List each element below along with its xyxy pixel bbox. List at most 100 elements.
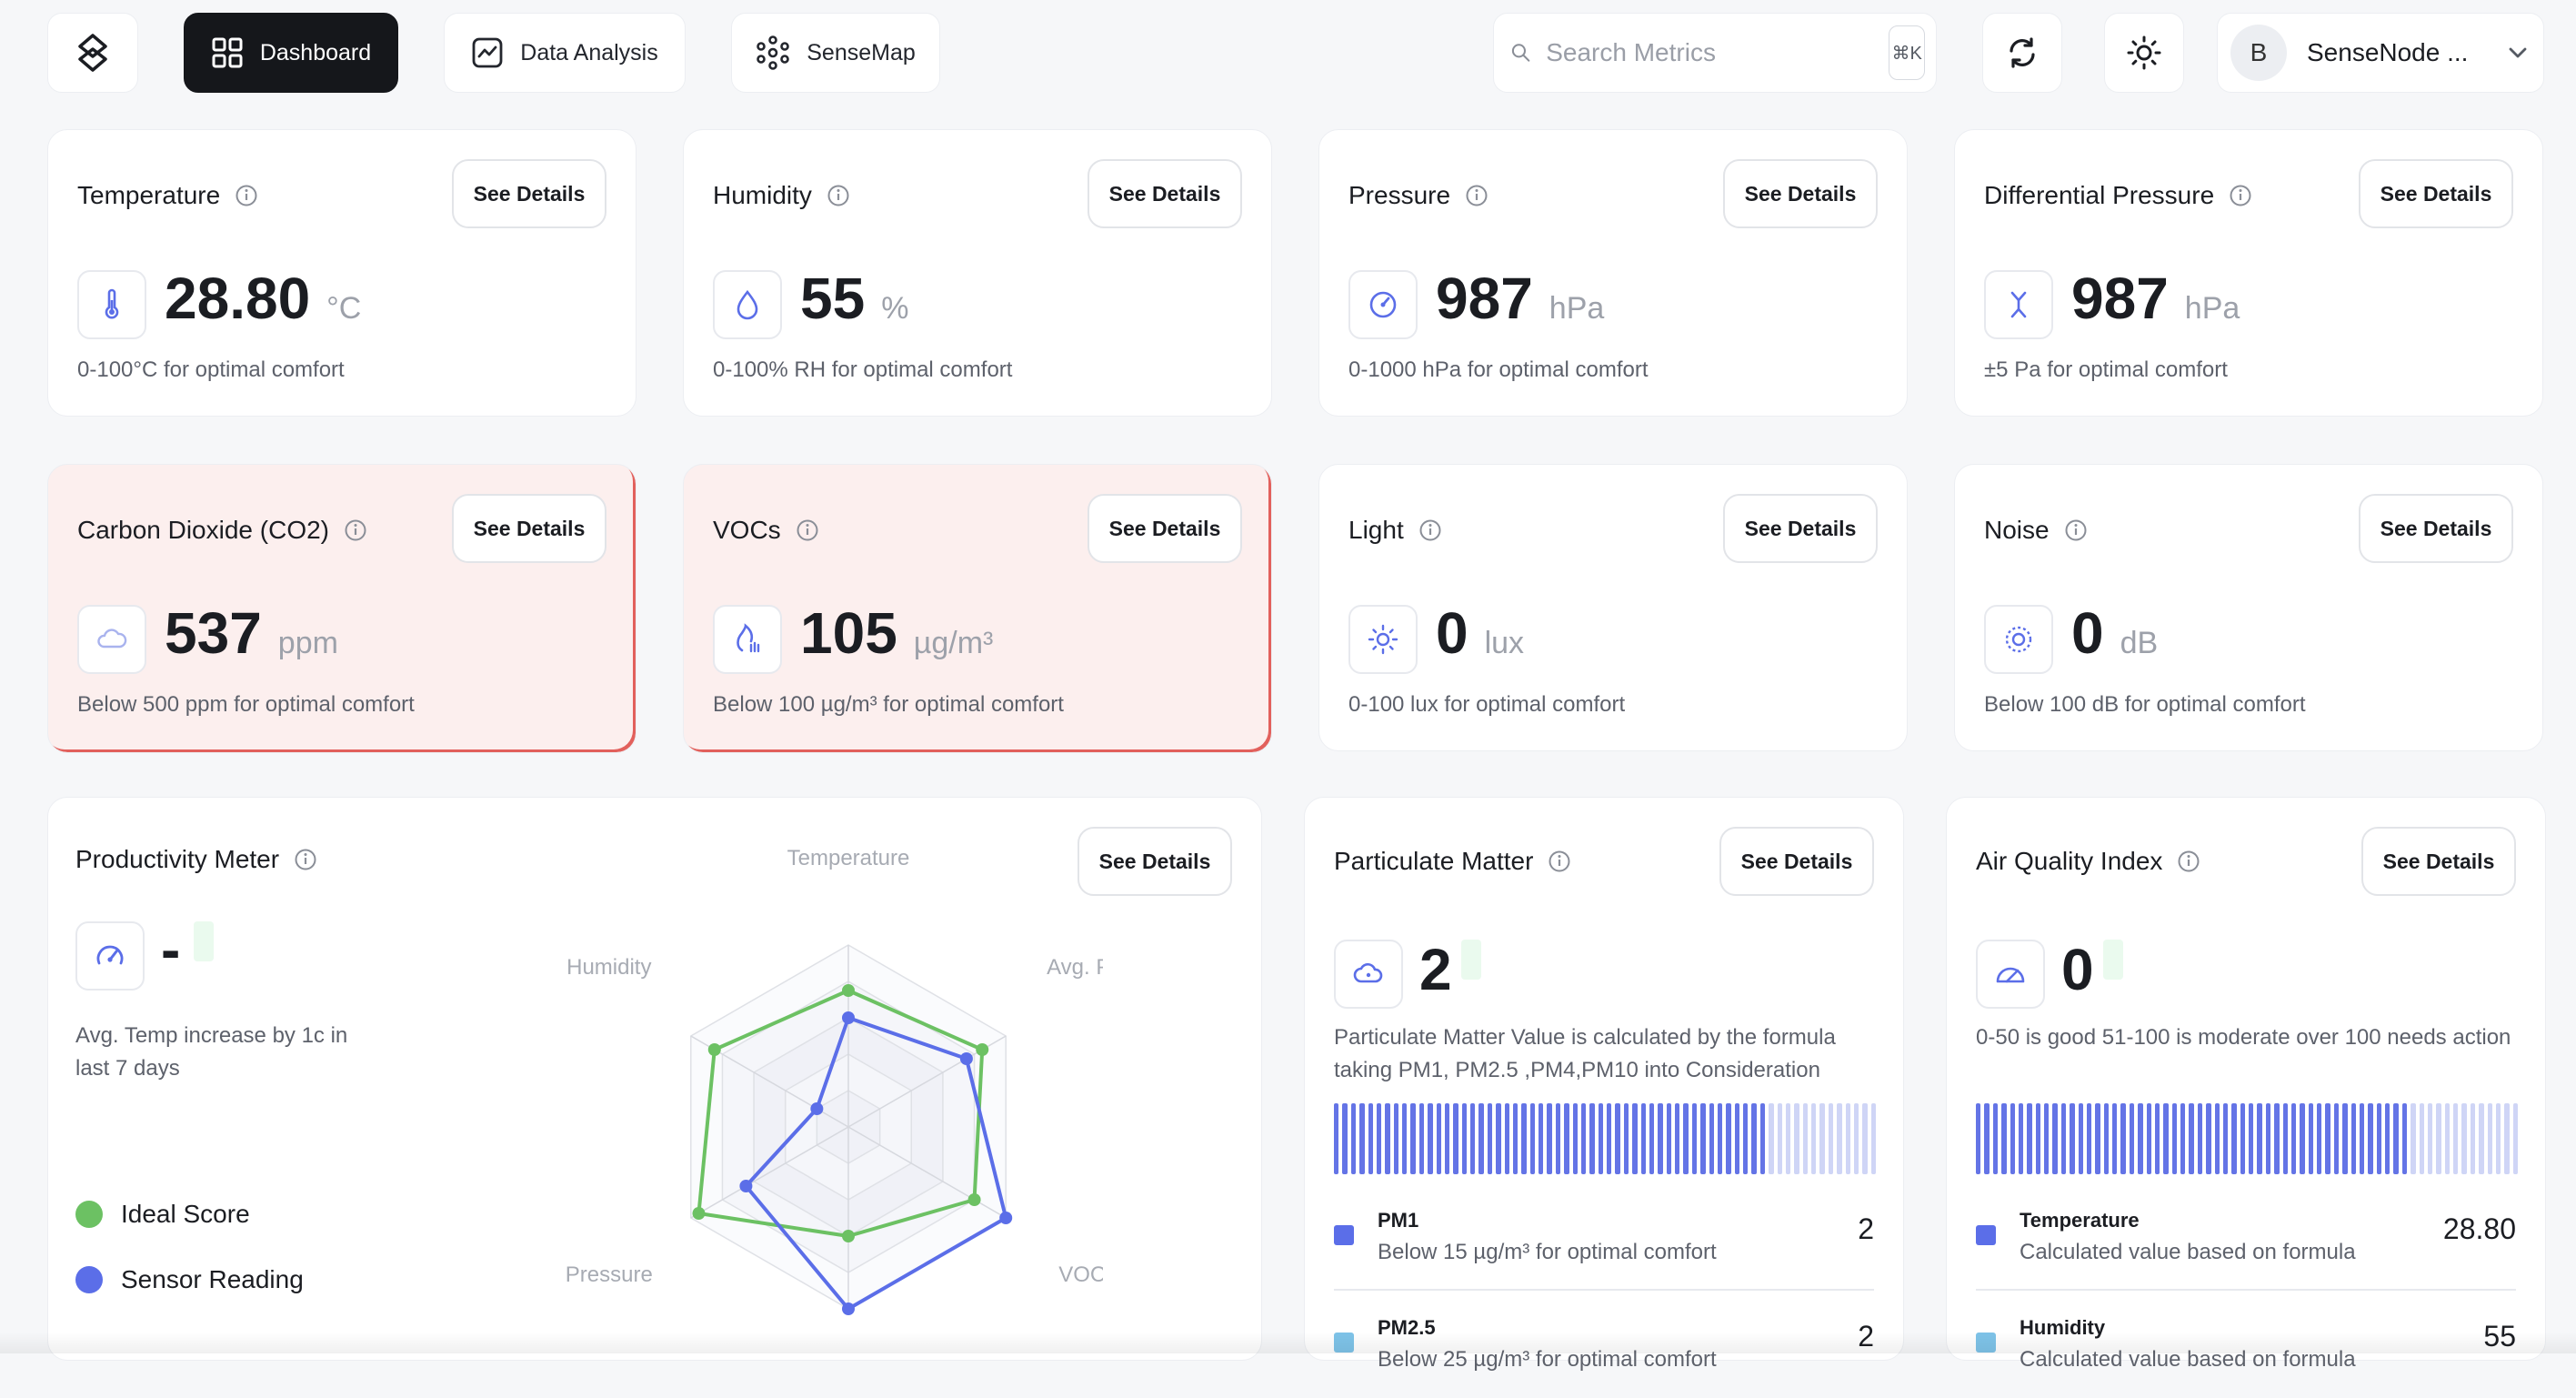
progress-segment — [2487, 1103, 2492, 1174]
search-icon — [1511, 44, 1530, 62]
progress-segment — [1811, 1103, 1817, 1174]
search-input[interactable] — [1544, 37, 1877, 68]
progress-segment — [1580, 1103, 1587, 1174]
progress-segment — [1444, 1103, 1450, 1174]
see-details-button[interactable]: See Details — [452, 494, 606, 563]
see-details-button[interactable]: See Details — [1088, 159, 1242, 228]
noise-icon — [2005, 626, 2032, 653]
progress-segment — [1777, 1103, 1782, 1174]
see-details-button[interactable]: See Details — [1719, 827, 1874, 896]
info-icon[interactable] — [1465, 184, 1488, 207]
progress-segment — [1478, 1103, 1484, 1174]
particulate-progress-bar — [1334, 1103, 1876, 1174]
see-details-button[interactable]: See Details — [2359, 159, 2513, 228]
metric-card-humidity: Humidity See Details 55% 0-100% RH for o… — [683, 129, 1272, 417]
info-icon[interactable] — [2229, 184, 2252, 207]
info-icon[interactable] — [796, 518, 819, 542]
info-icon[interactable] — [2064, 518, 2088, 542]
progress-segment — [1589, 1103, 1595, 1174]
logo-button[interactable] — [47, 13, 138, 93]
progress-segment — [1436, 1103, 1441, 1174]
progress-segment — [1529, 1103, 1535, 1174]
see-details-button[interactable]: See Details — [1088, 494, 1242, 563]
tab-data-analysis[interactable]: Data Analysis — [444, 13, 686, 93]
metric-value: 987 — [1436, 266, 1533, 331]
air-quality-index-card: Air Quality Index See Details 0 0-50 is … — [1946, 797, 2546, 1372]
progress-segment — [1700, 1103, 1706, 1174]
card-title: Productivity Meter — [75, 845, 317, 874]
progress-segment — [1350, 1103, 1357, 1174]
search-bar[interactable]: ⌘K — [1493, 13, 1937, 93]
progress-segment — [1504, 1103, 1509, 1174]
progress-segment — [1769, 1103, 1774, 1174]
metric-subtitle: 0-1000 hPa for optimal comfort — [1348, 357, 1649, 382]
progress-segment — [1623, 1103, 1629, 1174]
see-details-button[interactable]: See Details — [2359, 494, 2513, 563]
progress-segment — [1359, 1103, 1365, 1174]
radar-point — [842, 1011, 855, 1024]
progress-segment — [1376, 1103, 1382, 1174]
progress-segment — [2103, 1103, 2109, 1174]
pm-swatch — [1334, 1225, 1354, 1245]
progress-segment — [2461, 1103, 2467, 1174]
info-icon[interactable] — [294, 848, 317, 871]
progress-segment — [1785, 1103, 1791, 1174]
info-icon[interactable] — [2177, 850, 2200, 873]
metric-unit: lux — [1484, 626, 1525, 660]
see-details-button[interactable]: See Details — [2361, 827, 2516, 896]
icon-box — [1348, 605, 1418, 674]
radar-point — [967, 1193, 981, 1206]
avatar: B — [2230, 25, 2287, 81]
refresh-button[interactable] — [1982, 13, 2062, 93]
progress-segment — [2027, 1103, 2032, 1174]
progress-segment — [1461, 1103, 1467, 1174]
progress-segment — [1393, 1103, 1398, 1174]
particulate-matter-card: Particulate Matter See Details 2 Particu… — [1304, 797, 1904, 1372]
info-icon[interactable] — [1418, 518, 1442, 542]
progress-segment — [2427, 1103, 2433, 1174]
progress-segment — [2479, 1103, 2484, 1174]
progress-segment — [2308, 1103, 2313, 1174]
info-icon[interactable] — [235, 184, 258, 207]
progress-segment — [1870, 1103, 1876, 1174]
metric-subtitle: Below 100 µg/m³ for optimal comfort — [713, 692, 1064, 717]
aqi-row: Temperature Calculated value based on fo… — [1976, 1209, 2516, 1291]
metric-subtitle: 0-100% RH for optimal comfort — [713, 357, 1013, 382]
icon-box — [1348, 270, 1418, 339]
particulate-value: 2 — [1419, 937, 1452, 1002]
progress-segment — [1410, 1103, 1416, 1174]
info-icon[interactable] — [344, 518, 367, 542]
progress-segment — [2436, 1103, 2441, 1174]
info-icon[interactable] — [1548, 850, 1571, 873]
progress-segment — [2129, 1103, 2135, 1174]
see-details-button[interactable]: See Details — [452, 159, 606, 228]
metric-unit: % — [881, 291, 909, 326]
radar-axis-label: VOCs — [1058, 1262, 1103, 1287]
see-details-button[interactable]: See Details — [1723, 159, 1878, 228]
metric-card-differential-pressure: Differential Pressure See Details 987 hPa… — [1954, 129, 2543, 417]
see-details-button[interactable]: See Details — [1723, 494, 1878, 563]
tab-sensemap[interactable]: SenseMap — [731, 13, 940, 93]
radar-point — [707, 1043, 721, 1056]
divider — [1334, 1289, 1874, 1291]
metric-value: 105 — [800, 600, 897, 666]
theme-toggle-button[interactable] — [2104, 13, 2184, 93]
radar-point — [810, 1102, 824, 1115]
pm-row: PM1 Below 15 µg/m³ for optimal comfort 2 — [1334, 1209, 1874, 1291]
card-title: VOCs — [713, 516, 819, 545]
tab-dashboard[interactable]: Dashboard — [184, 13, 398, 93]
metric-unit: dB — [2120, 626, 2159, 660]
aqi-value: 0 — [2061, 937, 2094, 1002]
card-title: Carbon Dioxide (CO2) — [77, 516, 367, 545]
metric-subtitle: 0-100°C for optimal comfort — [77, 357, 345, 382]
card-title: Noise — [1984, 516, 2088, 545]
tab-data-analysis-label: Data Analysis — [520, 39, 658, 65]
info-icon[interactable] — [827, 184, 850, 207]
progress-segment — [1862, 1103, 1868, 1174]
card-title: Differential Pressure — [1984, 181, 2252, 210]
productivity-meter-card: Productivity Meter See Details - Avg. Te… — [47, 797, 1262, 1361]
radar-axis-label: Pressure — [566, 1262, 653, 1287]
card-title-text: Humidity — [713, 181, 812, 209]
user-menu[interactable]: B SenseNode ... — [2217, 13, 2544, 93]
radar-point — [842, 1302, 855, 1315]
